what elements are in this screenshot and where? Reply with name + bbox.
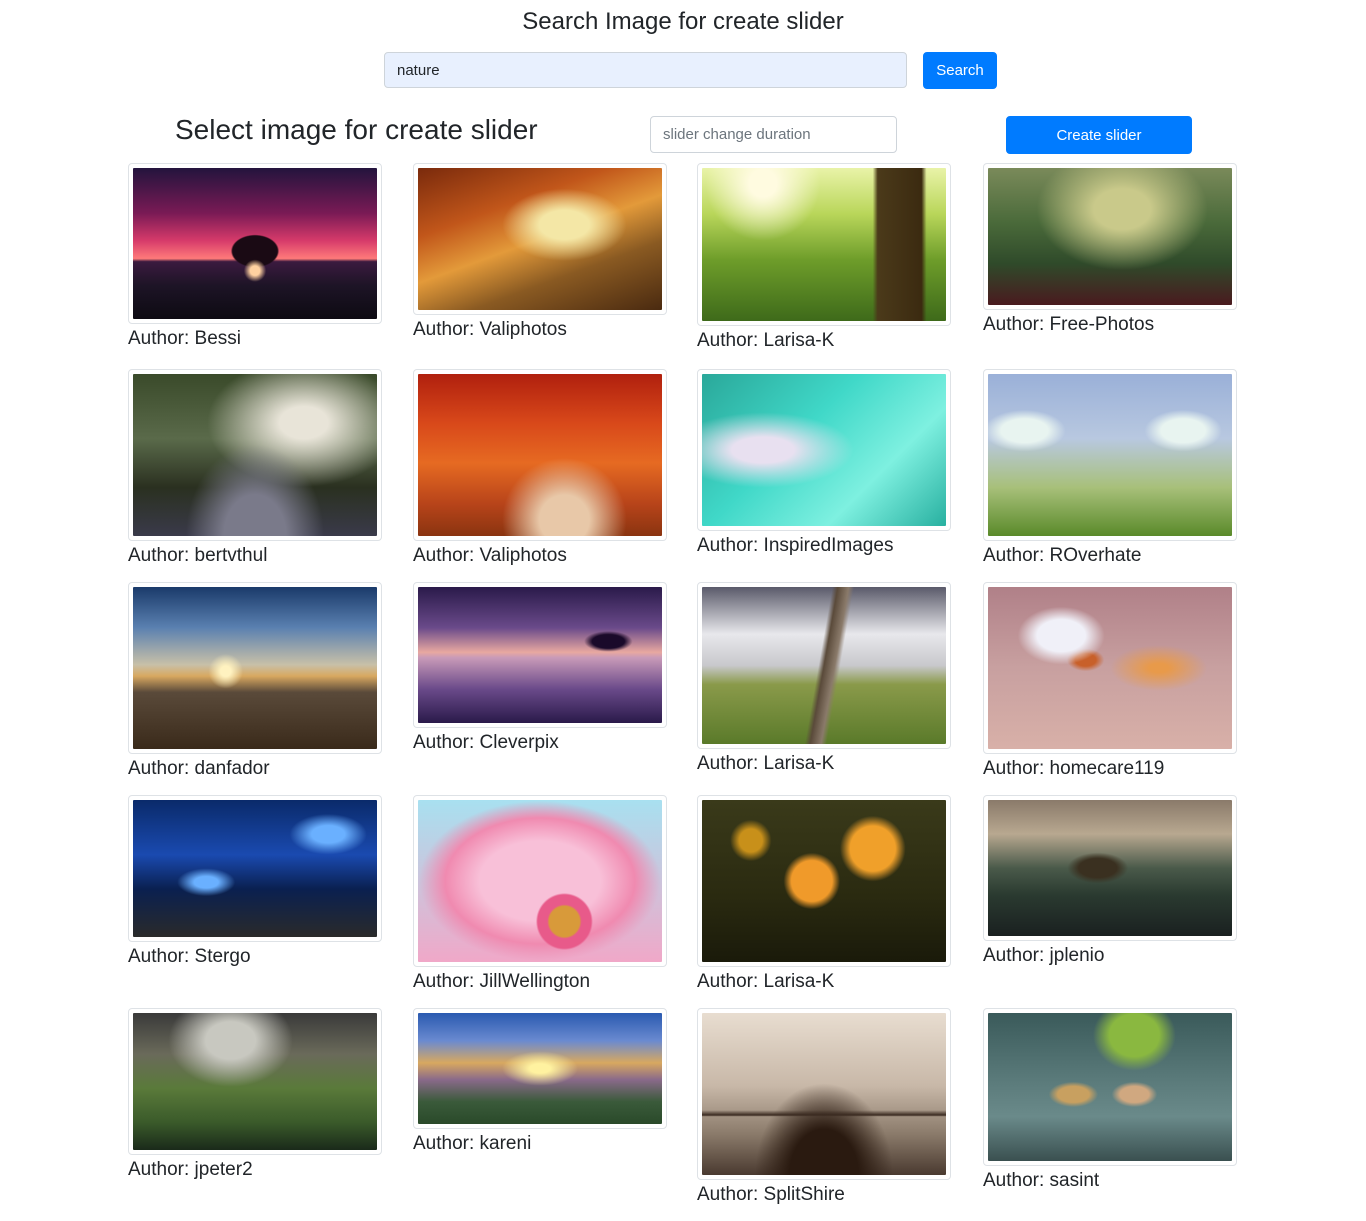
red-autumn-image (418, 374, 662, 536)
autumn-path-image (418, 168, 662, 310)
gallery-thumbnail[interactable] (413, 582, 667, 728)
gallery-card: Author: danfador (128, 582, 384, 780)
gallery-thumbnail[interactable] (983, 582, 1237, 754)
gallery-thumbnail[interactable] (413, 795, 667, 967)
railway-image (702, 587, 946, 744)
image-author: Author: bertvthul (128, 545, 268, 566)
gallery-card: Author: Larisa-K (697, 795, 953, 993)
children-rain-image (988, 1013, 1232, 1161)
image-author: Author: Bessi (128, 328, 241, 349)
gallery-thumbnail[interactable] (697, 1008, 951, 1180)
gallery-thumbnail[interactable] (697, 582, 951, 749)
gallery-card: Author: JillWellington (413, 795, 669, 993)
image-author: Author: JillWellington (413, 971, 591, 992)
gallery-thumbnail[interactable] (983, 1008, 1237, 1166)
image-author: Author: Larisa-K (697, 971, 835, 992)
image-author: Author: SplitShire (697, 1184, 845, 1205)
search-title: Search Image for create slider (522, 8, 844, 35)
image-author: Author: Larisa-K (697, 330, 835, 351)
gallery-thumbnail[interactable] (983, 795, 1237, 941)
gallery-thumbnail[interactable] (697, 795, 951, 967)
gallery-card: Author: sasint (983, 1008, 1239, 1192)
image-author: Author: homecare119 (983, 758, 1165, 779)
select-title: Select image for create slider (175, 114, 538, 145)
image-author: Author: Cleverpix (413, 732, 559, 753)
pink-daisy-image (418, 800, 662, 962)
search-input[interactable] (384, 52, 907, 88)
bird-blossom-image (988, 587, 1232, 749)
gallery-card: Author: jpeter2 (128, 1008, 384, 1181)
image-author: Author: kareni (413, 1133, 532, 1154)
image-author: Author: jpeter2 (128, 1159, 253, 1180)
sunburst-mountains-image (418, 1013, 662, 1124)
image-author: Author: Valiphotos (413, 319, 567, 340)
gallery-card: Author: bertvthul (128, 369, 384, 567)
gallery-thumbnail[interactable] (128, 369, 382, 541)
image-author: Author: sasint (983, 1170, 1100, 1191)
gallery-card: Author: Bessi (128, 163, 384, 350)
image-author: Author: danfador (128, 758, 270, 779)
foggy-pier-image (702, 1013, 946, 1175)
gallery-card: Author: SplitShire (697, 1008, 953, 1206)
blue-butterflies-image (133, 800, 377, 937)
purple-lake-image (418, 587, 662, 723)
gallery-card: Author: Stergo (128, 795, 384, 968)
gallery-thumbnail[interactable] (697, 369, 951, 531)
gallery-card: Author: homecare119 (983, 582, 1239, 780)
gallery-card: Author: Cleverpix (413, 582, 669, 754)
gallery-thumbnail[interactable] (413, 1008, 667, 1129)
butterflies-image (988, 374, 1232, 536)
dandelion-image (702, 374, 946, 526)
slider-duration-input[interactable] (650, 116, 897, 153)
image-author: Author: Valiphotos (413, 545, 567, 566)
image-author: Author: InspiredImages (697, 535, 894, 556)
create-slider-button[interactable]: Create slider (1006, 116, 1192, 154)
mountain-lake-image (988, 800, 1232, 936)
image-author: Author: jplenio (983, 945, 1105, 966)
search-button[interactable]: Search (923, 52, 997, 89)
gallery-thumbnail[interactable] (413, 369, 667, 541)
gallery-thumbnail[interactable] (983, 369, 1237, 541)
gallery-card: Author: Larisa-K (697, 163, 953, 352)
gallery-thumbnail[interactable] (128, 795, 382, 942)
gallery-card: Author: Larisa-K (697, 582, 953, 775)
gallery-card: Author: ROverhate (983, 369, 1239, 567)
image-author: Author: Stergo (128, 946, 251, 967)
image-author: Author: ROverhate (983, 545, 1142, 566)
gallery-thumbnail[interactable] (128, 582, 382, 754)
image-author: Author: Larisa-K (697, 753, 835, 774)
gallery-card: Author: InspiredImages (697, 369, 953, 557)
orange-flowers-image (702, 800, 946, 962)
gallery-card: Author: kareni (413, 1008, 669, 1155)
gallery-thumbnail[interactable] (983, 163, 1237, 310)
image-author: Author: Free-Photos (983, 314, 1155, 335)
gallery-thumbnail[interactable] (413, 163, 667, 315)
gallery-thumbnail[interactable] (697, 163, 951, 326)
gallery-card: Author: Valiphotos (413, 369, 669, 567)
green-hills-image (133, 1013, 377, 1150)
gallery-card: Author: Valiphotos (413, 163, 669, 341)
forest-road-image (133, 374, 377, 536)
gallery-card: Author: jplenio (983, 795, 1239, 967)
gallery-card: Author: Free-Photos (983, 163, 1239, 336)
gallery-thumbnail[interactable] (128, 1008, 382, 1155)
misty-forest-image (988, 168, 1232, 305)
meadow-image (702, 168, 946, 321)
gallery-thumbnail[interactable] (128, 163, 382, 324)
mountain-sunset-image (133, 587, 377, 749)
sunset-tree-image (133, 168, 377, 319)
